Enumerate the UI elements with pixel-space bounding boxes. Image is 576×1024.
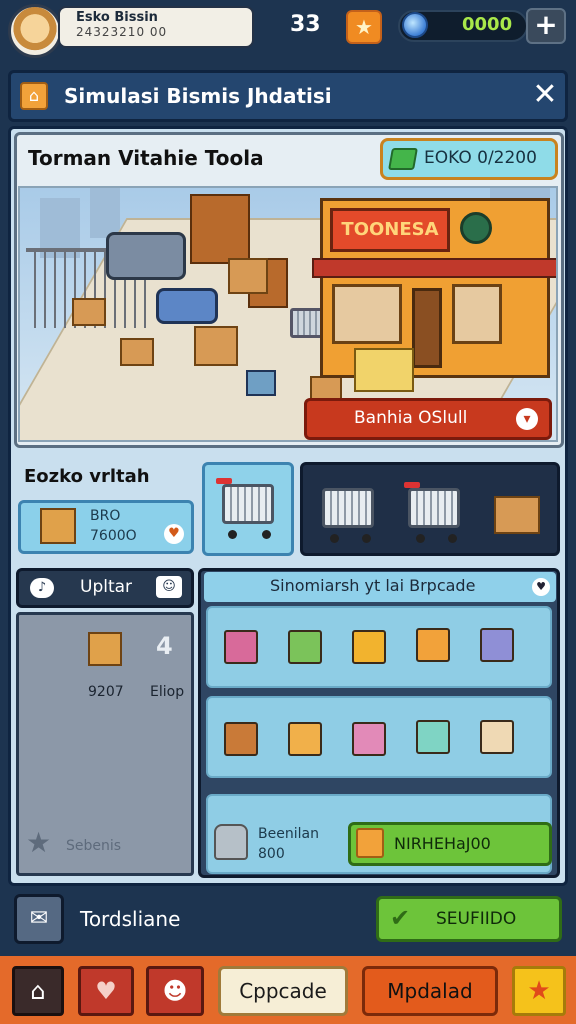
profile-id: 24323210 00	[76, 25, 168, 39]
page-title: Simulasi Bismis Jhdatisi	[64, 84, 332, 108]
shop-awning	[312, 258, 556, 278]
cart-wheel	[362, 534, 371, 543]
item-price: 9207	[88, 684, 124, 700]
row-item-price: 800	[258, 846, 285, 862]
package-icon[interactable]	[352, 722, 386, 756]
row-item-name: Beenilan	[258, 826, 319, 842]
cart-handle	[404, 482, 420, 488]
face-icon[interactable]: ☻	[146, 966, 204, 1016]
cart-wheel	[448, 534, 457, 543]
machine-icon[interactable]	[480, 628, 514, 662]
house-icon: ⌂	[20, 82, 48, 110]
shop-label: Eliop	[150, 684, 185, 700]
cardboard-box[interactable]	[228, 258, 268, 294]
add-currency-button[interactable]: +	[526, 8, 566, 44]
cart-icon[interactable]	[416, 720, 450, 754]
check-icon: ✔	[390, 904, 411, 932]
cart-wheel	[330, 534, 339, 543]
profile-name: Esko Bissin	[76, 10, 158, 25]
shopping-cart-icon[interactable]	[322, 488, 374, 528]
home-icon[interactable]: ⌂	[12, 966, 64, 1016]
level-counter: 33	[290, 12, 321, 37]
gem-value: 0000	[462, 14, 513, 35]
cardboard-box[interactable]	[120, 338, 154, 366]
bag-icon[interactable]: ✉	[14, 894, 64, 944]
star-icon[interactable]: ★	[512, 966, 566, 1016]
store-title: Torman Vitahie Toola	[28, 146, 264, 170]
info-icon[interactable]: ♥	[532, 578, 550, 596]
cart-wheel	[416, 534, 425, 543]
nav-update-button[interactable]: Mpdalad	[362, 966, 498, 1016]
buy-button-label: Banhia OSlull	[354, 408, 468, 428]
cardboard-box[interactable]	[72, 298, 106, 326]
gift-box-icon[interactable]	[224, 630, 258, 664]
shopping-cart-icon[interactable]	[408, 488, 460, 528]
cart-handle	[216, 478, 232, 484]
crate-icon[interactable]	[494, 496, 540, 534]
item-count: 4	[156, 632, 173, 660]
checkout-counter[interactable]	[246, 370, 276, 396]
player-avatar[interactable]	[8, 4, 62, 58]
star-icon: ★	[26, 826, 52, 859]
delivery-car[interactable]	[156, 288, 218, 324]
select-button-label: SEUFIIDO	[436, 909, 517, 929]
nav-upgrade-button[interactable]: Cppcade	[218, 966, 348, 1016]
music-icon: ♪	[30, 578, 54, 598]
cart-wheel	[262, 530, 271, 539]
category-item-name: BRO	[90, 508, 121, 524]
upgrade-header-label: Upltar	[80, 577, 133, 597]
profile-card[interactable]: Esko Bissin 24323210 00	[58, 6, 254, 48]
box-icon	[40, 508, 76, 544]
background-building	[90, 188, 120, 238]
cart-wheel	[228, 530, 237, 539]
product-shelf[interactable]	[190, 194, 250, 264]
shop-door[interactable]	[412, 288, 442, 368]
package-icon[interactable]	[288, 630, 322, 664]
heart-icon[interactable]: ♥	[164, 524, 184, 544]
box-icon	[88, 632, 122, 666]
heart-icon[interactable]: ♥	[78, 966, 134, 1016]
clock-icon	[460, 212, 492, 244]
fruit-stand[interactable]	[354, 348, 414, 392]
cardboard-box[interactable]	[194, 326, 238, 366]
cash-icon	[388, 148, 418, 170]
chat-icon[interactable]: ☺	[156, 576, 182, 598]
purchase-button-label: NIRHEHaJ00	[394, 834, 491, 853]
category-label: Eozko vrltah	[24, 466, 150, 487]
shop-window	[332, 284, 402, 344]
delivery-van[interactable]	[106, 232, 186, 280]
robot-icon	[214, 824, 248, 860]
upgrade-grid-title: Sinomiarsh yt lai Brpcade	[270, 576, 476, 595]
shopping-cart-icon	[222, 484, 274, 524]
register-icon[interactable]	[480, 720, 514, 754]
side-footer-label: Sebenis	[66, 838, 122, 854]
gift-box-icon[interactable]	[288, 722, 322, 756]
crate-icon[interactable]	[416, 628, 450, 662]
shop-sign: TOONESA	[330, 208, 450, 252]
box-icon	[356, 828, 384, 858]
star-icon[interactable]: ★	[346, 10, 382, 44]
gem-icon	[402, 12, 428, 38]
store-badge-label: EOKO 0/2200	[424, 148, 537, 168]
shop-window	[452, 284, 502, 344]
category-item-price: 7600O	[90, 528, 137, 544]
crate-icon[interactable]	[224, 722, 258, 756]
bottom-label: Tordsliane	[80, 907, 181, 931]
close-button[interactable]: ✕	[530, 80, 560, 110]
gift-bag-icon[interactable]	[352, 630, 386, 664]
chevron-down-icon[interactable]: ▾	[516, 408, 538, 430]
